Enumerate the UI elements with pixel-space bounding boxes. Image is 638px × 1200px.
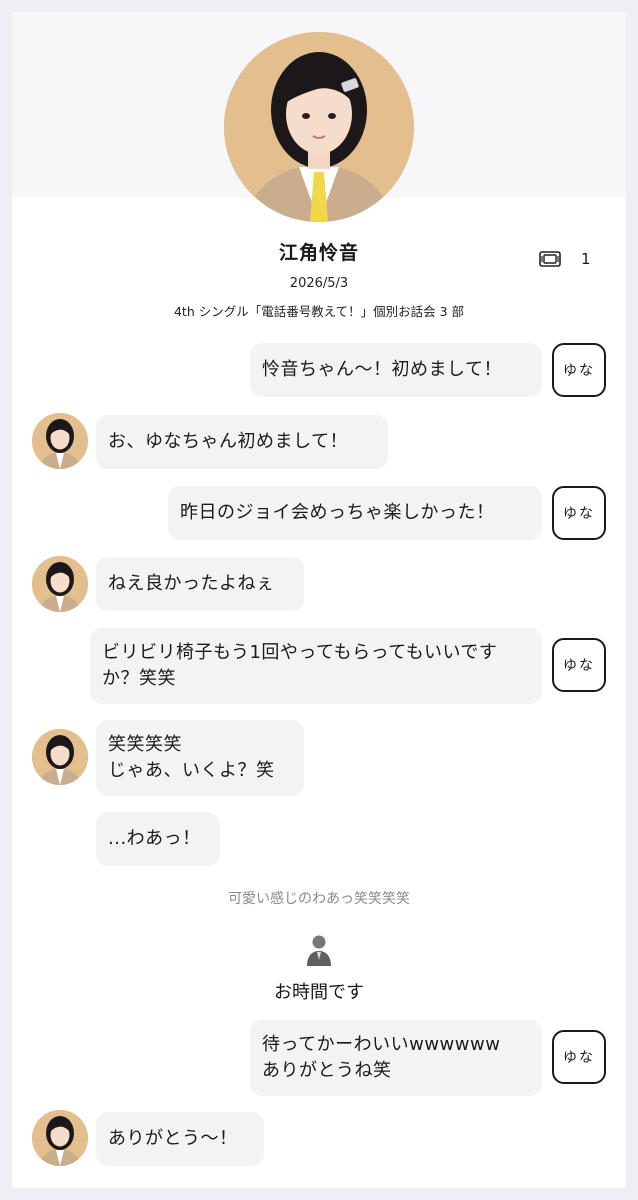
- user-message-bubble: ビリビリ椅子もう1回やってもらってもいいですか？笑笑: [90, 628, 542, 704]
- idol-message-bubble: お、ゆなちゃん初めまして！: [96, 415, 388, 469]
- user-badge: ゆな: [552, 486, 606, 540]
- time-up-notice: お時間です: [274, 982, 364, 1003]
- idol-avatar: [32, 729, 88, 785]
- ticket-icon: [539, 250, 561, 268]
- staff-person-icon: [305, 934, 333, 966]
- idol-message-bubble: ありがとう〜！: [96, 1112, 264, 1166]
- idol-avatar: [32, 413, 88, 469]
- user-message-bubble: 怜音ちゃん〜！初めまして！: [250, 343, 542, 397]
- idol-avatar: [32, 556, 88, 612]
- system-note: 可愛い感じのわあっ笑笑笑笑: [228, 891, 410, 907]
- ticket-counter: 1: [539, 250, 591, 268]
- ticket-count: 1: [581, 250, 591, 268]
- user-message-bubble: 待ってかーわいいwwwwww ありがとうね笑: [250, 1020, 542, 1096]
- user-badge: ゆな: [552, 638, 606, 692]
- user-badge: ゆな: [552, 343, 606, 397]
- profile-photo: [224, 32, 414, 222]
- user-message-bubble: 昨日のジョイ会めっちゃ楽しかった！: [168, 486, 542, 540]
- idol-message-bubble: 笑笑笑笑 じゃあ、いくよ？笑: [96, 720, 304, 796]
- idol-name: 江角怜音: [278, 242, 359, 264]
- idol-avatar: [32, 1110, 88, 1166]
- user-badge: ゆな: [552, 1030, 606, 1084]
- chat-card: 江角怜音 1 2026/5/3 4th シングル「電話番号教えて！」個別お話会 …: [12, 12, 626, 1188]
- idol-message-bubble: ...わあっ！: [96, 812, 220, 866]
- idol-message-bubble: ねえ良かったよねぇ: [96, 557, 304, 611]
- event-title: 4th シングル「電話番号教えて！」個別お話会 3 部: [173, 304, 465, 319]
- event-date: 2026/5/3: [289, 276, 349, 291]
